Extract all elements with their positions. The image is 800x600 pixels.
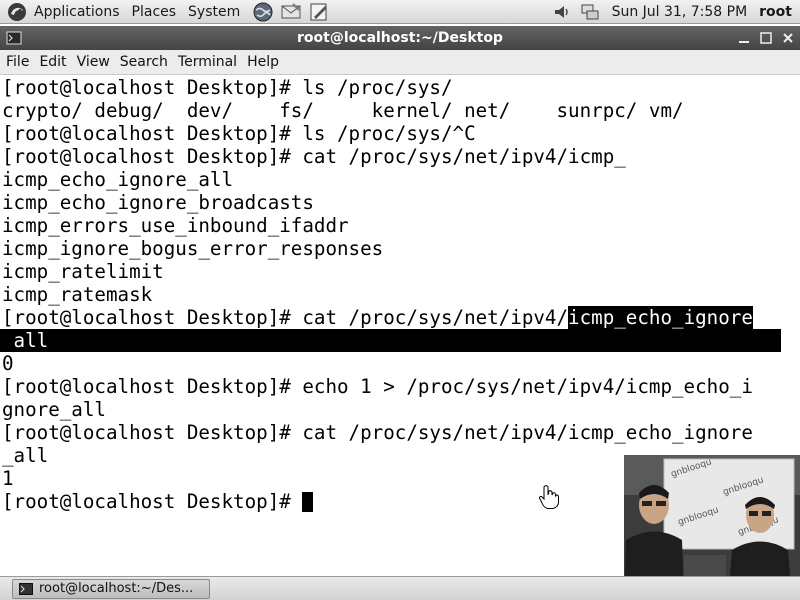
volume-icon[interactable] [552, 2, 572, 22]
terminal-line: icmp_ratelimit [2, 260, 164, 283]
mouse-pointer-hand-icon [538, 484, 560, 510]
menu-view[interactable]: View [71, 50, 114, 75]
text-cursor [302, 492, 314, 512]
terminal-line: [root@localhost Desktop]# echo 1 > /proc… [2, 375, 753, 398]
globe-browser-icon[interactable] [252, 1, 274, 23]
current-prompt: [root@localhost Desktop]# [2, 490, 303, 513]
bottom-panel: root@localhost:~/Des... [0, 576, 800, 600]
close-icon[interactable] [780, 30, 796, 46]
terminal-line: [root@localhost Desktop]# ls /proc/sys/^… [2, 122, 476, 145]
window-titlebar[interactable]: root@localhost:~/Desktop [0, 26, 800, 50]
terminal-prompt-text: [root@localhost Desktop]# cat /proc/sys/… [2, 306, 569, 329]
menu-edit[interactable]: Edit [33, 50, 70, 75]
minimize-icon[interactable] [736, 30, 752, 46]
terminal-line: [root@localhost Desktop]# cat /proc/sys/… [2, 421, 753, 444]
terminal-line: icmp_ignore_bogus_error_responses [2, 237, 384, 260]
mail-icon[interactable] [280, 1, 302, 23]
terminal-line: [root@localhost Desktop]# cat /proc/sys/… [2, 145, 626, 168]
terminal-line: crypto/ debug/ dev/ fs/ kernel/ net/ sun… [2, 99, 684, 122]
selected-text: icmp_echo_ignore [568, 306, 753, 329]
network-icon[interactable] [580, 2, 600, 22]
terminal-icon [19, 582, 33, 596]
terminal-line: icmp_errors_use_inbound_ifaddr [2, 214, 349, 237]
applications-menu[interactable]: Applications [28, 0, 126, 24]
terminal-icon[interactable] [6, 30, 22, 46]
terminal-line: [root@localhost Desktop]# ls /proc/sys/ [2, 76, 453, 99]
terminal-line: gnore_all [2, 398, 106, 421]
menu-terminal[interactable]: Terminal [172, 50, 241, 75]
terminal-line: icmp_echo_ignore_all [2, 168, 234, 191]
distro-logo-icon[interactable] [6, 1, 28, 23]
terminal-line: _all [2, 444, 49, 467]
terminal-line: icmp_ratemask [2, 283, 153, 306]
terminal-line: 0 [2, 352, 14, 375]
user-menu[interactable]: root [755, 4, 800, 20]
top-panel: Applications Places System Sun Jul 31, 7… [0, 0, 800, 24]
window-title: root@localhost:~/Desktop [297, 30, 503, 46]
places-menu[interactable]: Places [126, 0, 183, 24]
system-menu[interactable]: System [182, 0, 246, 24]
taskbar-window-button[interactable]: root@localhost:~/Des... [12, 579, 210, 599]
menu-help[interactable]: Help [241, 50, 283, 75]
menubar: File Edit View Search Terminal Help [0, 50, 800, 75]
menu-file[interactable]: File [0, 50, 33, 75]
clock[interactable]: Sun Jul 31, 7:58 PM [604, 4, 756, 20]
terminal-line: 1 [2, 467, 14, 490]
menu-search[interactable]: Search [114, 50, 172, 75]
terminal-prompt-line: [root@localhost Desktop]# [2, 490, 314, 513]
taskbar-window-label: root@localhost:~/Des... [39, 581, 194, 596]
maximize-icon[interactable] [758, 30, 774, 46]
terminal-line: icmp_echo_ignore_broadcasts [2, 191, 314, 214]
text-editor-icon[interactable] [308, 1, 330, 23]
selection-highlight [0, 329, 781, 352]
selected-text-continuation: all [2, 329, 49, 352]
terminal-line-selected: [root@localhost Desktop]# cat /proc/sys/… [2, 306, 753, 329]
